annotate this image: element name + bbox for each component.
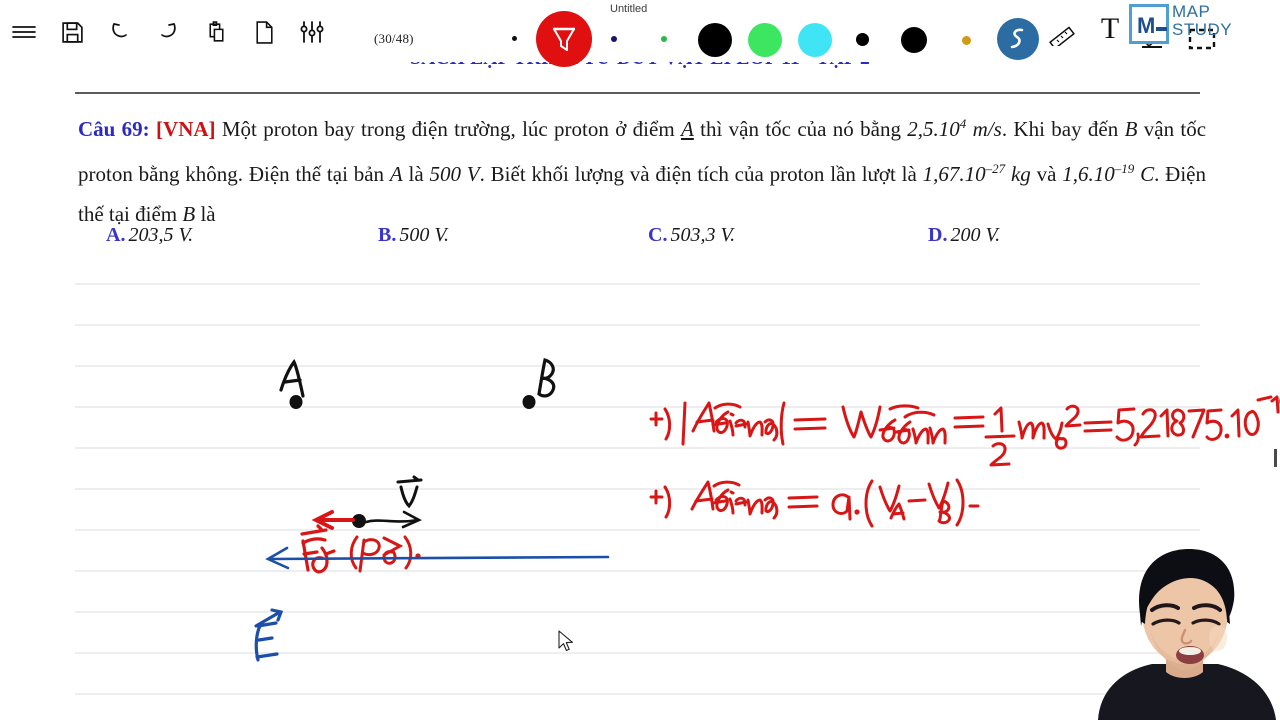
question-text-9: là [200, 202, 216, 226]
question-unit-m: kg [1010, 162, 1031, 186]
brand-logo: M MAP STUDY [1128, 1, 1278, 51]
rule-line [75, 652, 1200, 654]
pen-tool-active[interactable] [536, 11, 592, 67]
choice-a-text: 203,5 V. [128, 224, 194, 246]
whiteboard-app: (30/48) Untitled T M MAP STUDY SÁCH LẬP … [0, 0, 1280, 720]
clipboard-icon[interactable] [202, 18, 230, 46]
question-value-v: 2,5.10 [907, 117, 960, 141]
document-title: Untitled [610, 3, 648, 15]
notebook-page[interactable]: SÁCH LẬP TRÌNH TƯ DUY VẬT LÍ LỚP 11 - TẬ… [0, 56, 1280, 720]
page-icon[interactable] [250, 18, 278, 46]
rule-line [75, 693, 1200, 695]
choice-a[interactable]: A. 203,5 V. [106, 224, 193, 247]
page-header-title: SÁCH LẬP TRÌNH TƯ DUY VẬT LÍ LỚP 11 - TẬ… [410, 56, 870, 69]
color-amber-sm[interactable] [962, 36, 971, 45]
webcam-overlay [1090, 538, 1280, 720]
ink-point-a-label [279, 358, 305, 398]
question-value-q: 1,6.10 [1062, 162, 1115, 186]
question-text-1: Một proton bay trong điện trường, lúc pr… [221, 117, 675, 141]
logo-dash [1156, 27, 1167, 31]
choice-b-key: B. [378, 224, 397, 246]
question-value-q-exp: –19 [1114, 161, 1135, 176]
ink-force-arrow [311, 510, 355, 530]
question-text-6: . Biết khối lượng và điện tích của proto… [479, 162, 917, 186]
ink-charge-note [349, 535, 413, 573]
highlighter-tool[interactable] [997, 18, 1039, 60]
undo-icon[interactable] [106, 18, 134, 46]
rule-line [75, 283, 1200, 285]
header-divider [75, 92, 1200, 94]
ink-velocity-label [396, 475, 423, 509]
question-text-3: . Khi bay đến [1001, 117, 1119, 141]
ink-force-label [300, 524, 336, 574]
rule-line [75, 324, 1200, 326]
question-body: Câu 69: [VNA] Một proton bay trong điện … [78, 104, 1206, 234]
choice-d[interactable]: D. 200 V. [928, 224, 1000, 247]
rule-line [75, 611, 1200, 613]
question-var-a: A [681, 117, 694, 141]
color-black-lg[interactable] [698, 23, 732, 57]
question-unit-v: m/s [972, 117, 1002, 141]
logo-letter: M [1137, 13, 1155, 38]
color-black-md[interactable] [901, 27, 927, 53]
logo-text: MAP STUDY [1172, 3, 1232, 39]
choice-c-text: 503,3 V. [670, 224, 736, 246]
pen-size-xs[interactable] [512, 36, 517, 41]
question-text-2: thì vận tốc của nó bằng [700, 117, 901, 141]
rule-line [75, 406, 1200, 408]
color-cyan-lg[interactable] [798, 23, 832, 57]
ruler-icon[interactable] [1048, 18, 1076, 46]
rule-line [75, 529, 1200, 531]
choice-c-key: C. [648, 224, 668, 246]
ink-field-arrow [265, 546, 610, 570]
choice-d-text: 200 V. [950, 224, 1001, 246]
choice-b-text: 500 V. [399, 224, 449, 246]
question-value-cap-v: 500 V [429, 162, 480, 186]
ink-period-dot [415, 553, 421, 559]
question-value-v-exp: 4 [959, 116, 967, 131]
menu-icon[interactable] [10, 18, 38, 46]
rule-line [75, 488, 1200, 490]
question-tag: [VNA] [156, 117, 216, 141]
mouse-cursor [558, 630, 573, 652]
question-text-7: và [1036, 162, 1057, 186]
pen-size-green[interactable] [661, 36, 667, 42]
rule-line [75, 365, 1200, 367]
ink-particle-dot [352, 514, 366, 528]
choice-c[interactable]: C. 503,3 V. [648, 224, 735, 247]
rule-line [75, 447, 1200, 449]
question-var-b2: B [182, 202, 196, 226]
redo-icon[interactable] [154, 18, 182, 46]
choice-a-key: A. [106, 224, 126, 246]
logo-mark: M [1129, 4, 1169, 44]
logo-text-line2: STUDY [1172, 20, 1233, 39]
scrollbar-thumb[interactable] [1274, 449, 1277, 467]
question-number: Câu 69: [78, 117, 150, 141]
save-icon[interactable] [58, 18, 86, 46]
question-unit-q: C [1140, 162, 1155, 186]
page-counter: (30/48) [374, 31, 414, 46]
choice-d-key: D. [928, 224, 948, 246]
question-var-a2: A [389, 162, 403, 186]
ink-velocity-arrow [364, 510, 422, 529]
sliders-icon[interactable] [298, 18, 326, 46]
question-value-m-exp: –27 [985, 161, 1006, 176]
pen-size-navy[interactable] [611, 36, 617, 42]
logo-text-line1: MAP [1172, 2, 1211, 21]
question-value-m: 1,67.10 [922, 162, 986, 186]
toolbar: (30/48) Untitled T M MAP STUDY [0, 0, 1280, 67]
text-icon[interactable]: T [1096, 12, 1124, 45]
color-black-sm[interactable] [856, 33, 869, 46]
color-green-lg[interactable] [748, 23, 782, 57]
question-text-5: là [408, 162, 424, 186]
choice-b[interactable]: B. 500 V. [378, 224, 449, 247]
question-var-b: B [1124, 117, 1138, 141]
ink-solution-line-2 [649, 478, 980, 528]
rule-line [75, 570, 1200, 572]
